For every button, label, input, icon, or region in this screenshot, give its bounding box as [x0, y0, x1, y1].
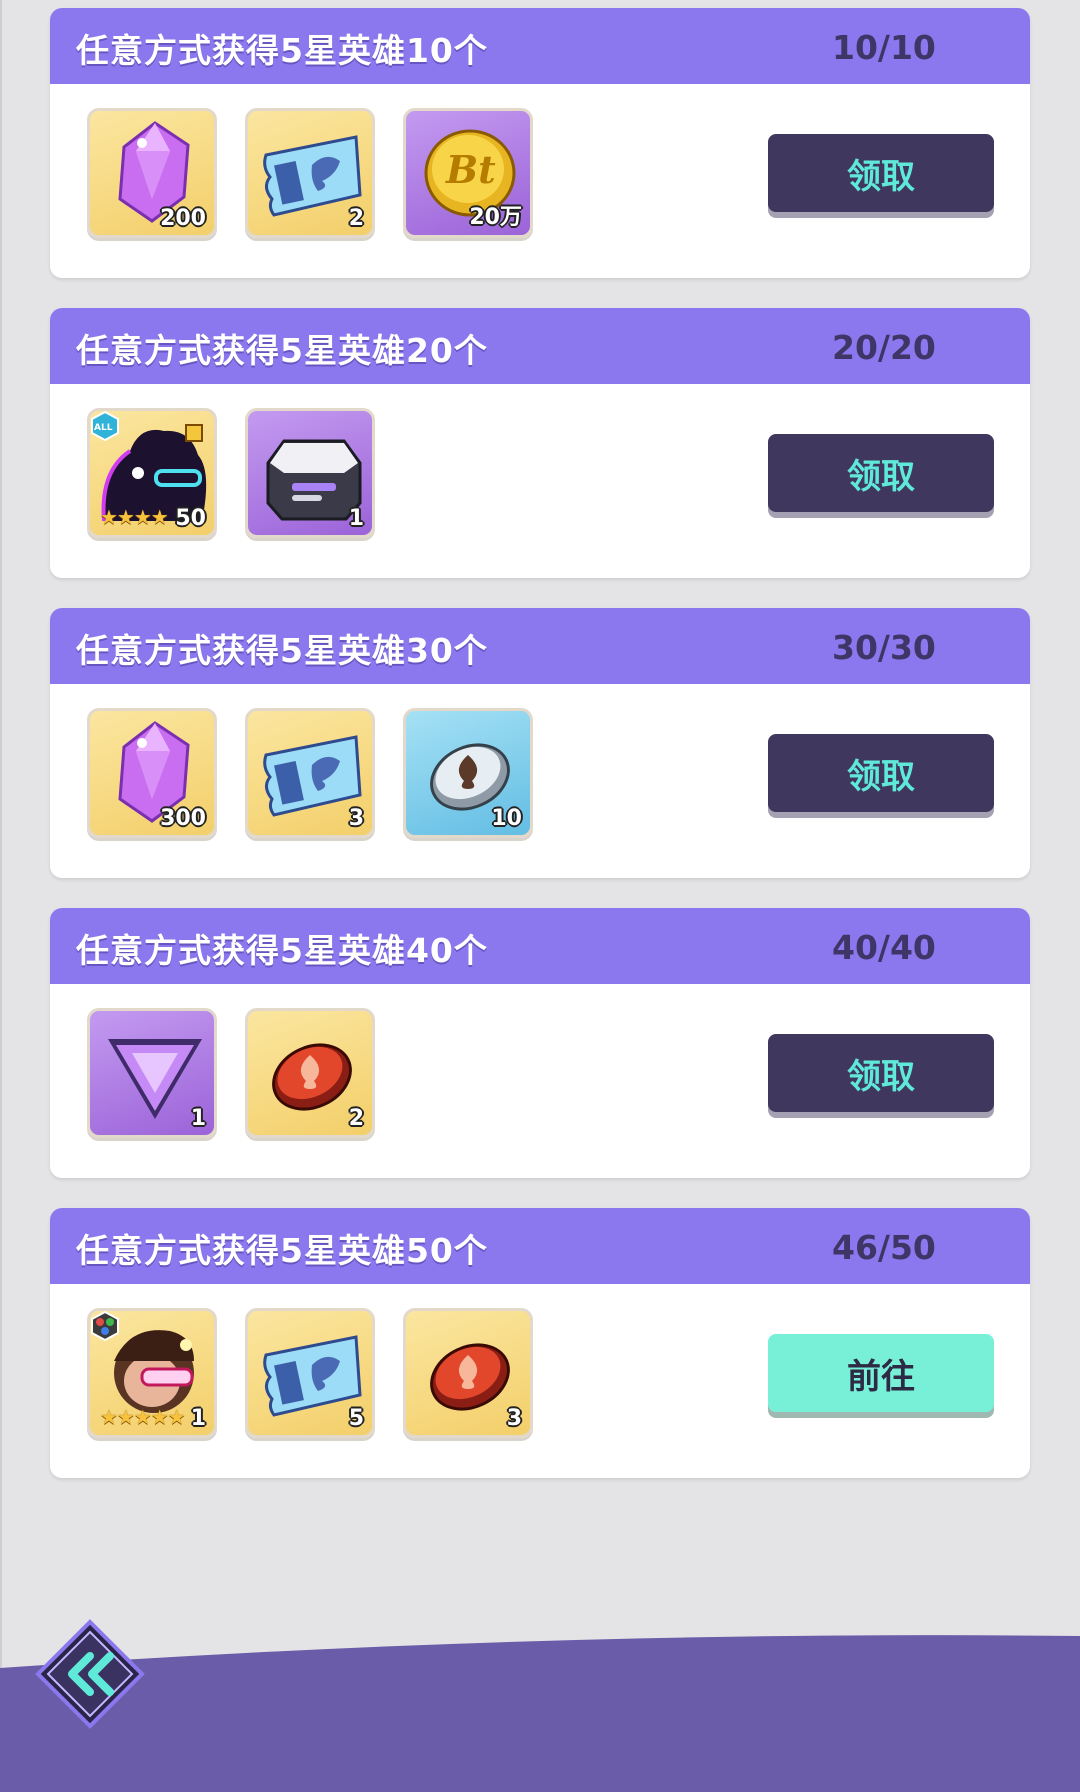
reward-quantity: 20万	[469, 205, 522, 230]
task-title: 任意方式获得5星英雄10个	[76, 31, 488, 70]
claim-button[interactable]: 领取	[768, 734, 994, 812]
task-progress: 10/10	[832, 28, 936, 67]
reward-quantity: 5	[348, 1406, 364, 1431]
reward-quantity: 3	[348, 806, 364, 831]
reward-item[interactable]: 2	[245, 108, 375, 238]
multi-element-badge-icon	[91, 1311, 119, 1341]
reward-item[interactable]: 3	[245, 708, 375, 838]
reward-item[interactable]: 10	[403, 708, 533, 838]
claim-button[interactable]: 领取	[768, 434, 994, 512]
reward-item[interactable]: Bt 20万	[403, 108, 533, 238]
reward-quantity: 2	[348, 206, 364, 231]
task-card: 任意方式获得5星英雄50个 46/50 ★★★★★ 1 5 3 前往	[50, 1208, 1030, 1478]
reward-item[interactable]: 5	[245, 1308, 375, 1438]
task-progress: 30/30	[832, 628, 936, 667]
reward-item[interactable]: 200	[87, 108, 217, 238]
task-header: 任意方式获得5星英雄30个 30/30	[50, 608, 1030, 684]
task-progress: 46/50	[832, 1228, 936, 1267]
go-button[interactable]: 前往	[768, 1334, 994, 1412]
double-chevron-left-icon	[35, 1619, 145, 1729]
reward-item[interactable]: ★★★★★ 1	[87, 1308, 217, 1438]
reward-quantity: 50	[175, 506, 206, 531]
reward-item[interactable]: 300	[87, 708, 217, 838]
reward-item[interactable]: 2	[245, 1008, 375, 1138]
reward-quantity: 300	[160, 806, 206, 831]
reward-item[interactable]: 1	[87, 1008, 217, 1138]
task-header: 任意方式获得5星英雄20个 20/20	[50, 308, 1030, 384]
badge-label: ALL	[94, 423, 113, 433]
task-card: 任意方式获得5星英雄40个 40/40 1 2 领取	[50, 908, 1030, 1178]
reward-quantity: 2	[348, 1106, 364, 1131]
reward-quantity: 1	[190, 1106, 206, 1131]
reward-quantity: 200	[160, 206, 206, 231]
task-header: 任意方式获得5星英雄40个 40/40	[50, 908, 1030, 984]
star-rating: ★★★★	[100, 505, 169, 529]
svg-text:Bt: Bt	[445, 147, 496, 192]
reward-quantity: 1	[190, 1406, 206, 1431]
task-header: 任意方式获得5星英雄50个 46/50	[50, 1208, 1030, 1284]
claim-button[interactable]: 领取	[768, 1034, 994, 1112]
back-button[interactable]	[34, 1618, 146, 1730]
reward-quantity: 3	[506, 1406, 522, 1431]
task-title: 任意方式获得5星英雄50个	[76, 1231, 488, 1270]
claim-button[interactable]: 领取	[768, 134, 994, 212]
reward-item[interactable]: ALL ★★★★ 50	[87, 408, 217, 538]
reward-item[interactable]: 3	[403, 1308, 533, 1438]
task-card: 任意方式获得5星英雄20个 20/20 ALL ★★★★ 50 1 领取	[50, 308, 1030, 578]
task-progress: 40/40	[832, 928, 936, 967]
task-card: 任意方式获得5星英雄30个 30/30 300 3 10 领取	[50, 608, 1030, 878]
task-title: 任意方式获得5星英雄30个	[76, 631, 488, 670]
all-element-badge-icon: ALL	[91, 411, 119, 441]
bottom-wave-band	[0, 1635, 1080, 1792]
reward-item[interactable]: 1	[245, 408, 375, 538]
star-rating: ★★★★★	[100, 1405, 186, 1429]
task-header: 任意方式获得5星英雄10个 10/10	[50, 8, 1030, 84]
task-progress: 20/20	[832, 328, 936, 367]
reward-quantity: 10	[491, 806, 522, 831]
task-card: 任意方式获得5星英雄10个 10/10 200 2 Bt 20万 领取	[50, 8, 1030, 278]
reward-quantity: 1	[348, 506, 364, 531]
task-title: 任意方式获得5星英雄20个	[76, 331, 488, 370]
left-edge-frame	[0, 0, 2, 1792]
task-title: 任意方式获得5星英雄40个	[76, 931, 488, 970]
